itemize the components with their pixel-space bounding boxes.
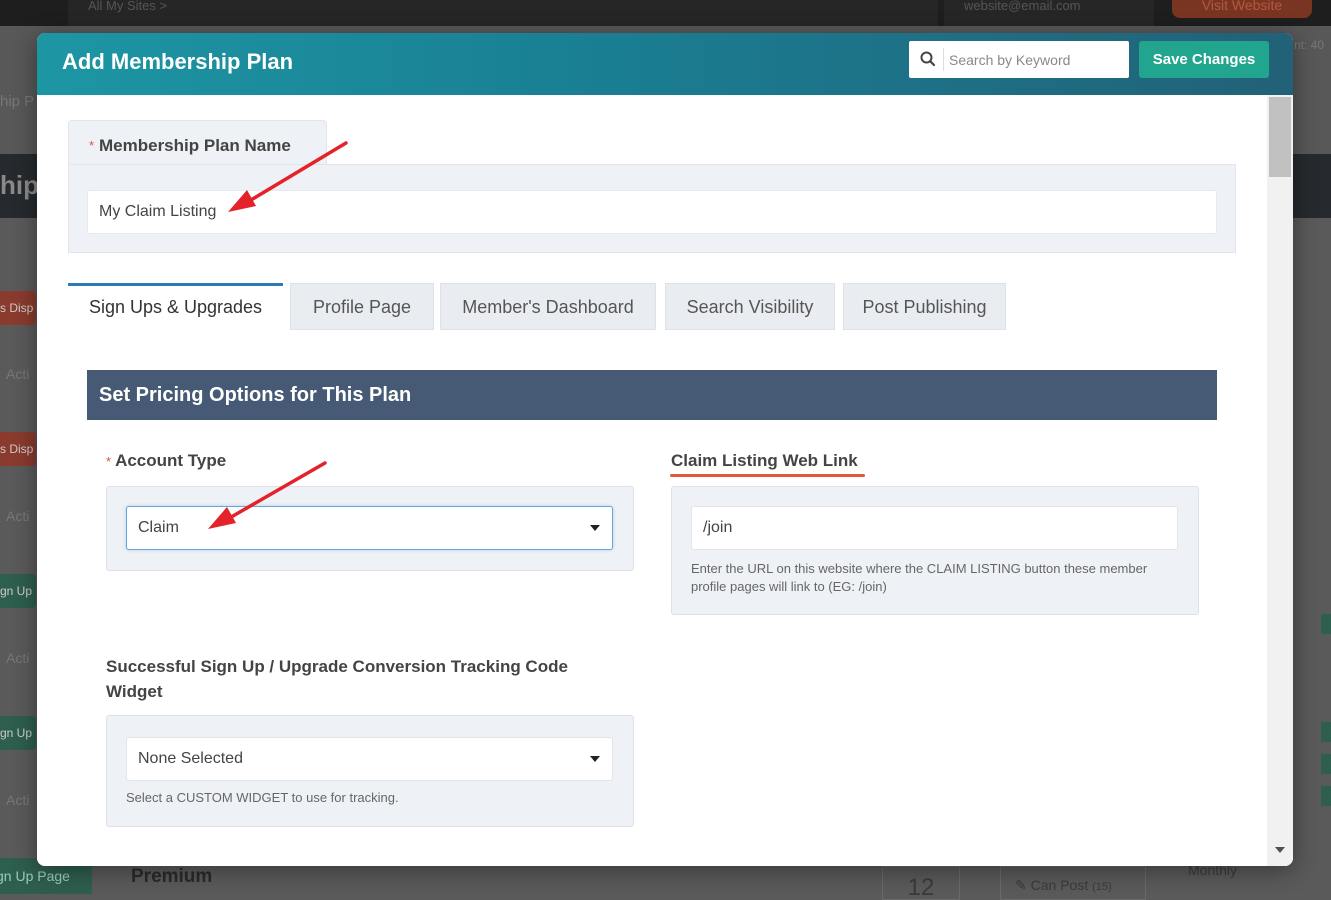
search-separator <box>943 48 944 71</box>
tab-search-visibility[interactable]: Search Visibility <box>665 283 835 330</box>
tracking-widget-box: None Selected Select a CUSTOM WIDGET to … <box>106 715 634 827</box>
search-icon <box>920 51 936 67</box>
visit-website-button: Visit Website <box>1172 0 1312 18</box>
section-title-bar: Set Pricing Options for This Plan <box>87 370 1217 420</box>
modal-body: * Membership Plan Name Sign Ups & Upgrad… <box>37 95 1293 866</box>
chevron-down-icon <box>590 525 600 531</box>
add-membership-plan-modal: Add Membership Plan Save Changes * Membe… <box>37 33 1293 866</box>
claim-link-box: Enter the URL on this website where the … <box>671 486 1199 615</box>
modal-header: Add Membership Plan Save Changes <box>37 33 1293 95</box>
account-email: website@email.com <box>944 0 1154 26</box>
modal-title: Add Membership Plan <box>62 49 294 74</box>
account-type-select[interactable]: Claim <box>126 506 613 550</box>
chevron-down-icon <box>590 756 600 762</box>
background-green-marker <box>1321 722 1331 742</box>
background-pill: s Disp <box>0 432 36 466</box>
background-pill: gn Up <box>0 574 36 608</box>
account-type-label: * Account Type <box>106 451 227 470</box>
account-type-box: Claim <box>106 486 634 571</box>
background-green-marker <box>1321 786 1331 806</box>
plan-name-label: Membership Plan Name <box>99 136 291 155</box>
scrollbar-thumb[interactable] <box>1269 97 1291 177</box>
required-star: * <box>89 138 95 153</box>
tab-members-dashboard[interactable]: Member's Dashboard <box>440 283 656 330</box>
background-can-post: ✎ Can Post (15) <box>1000 866 1146 900</box>
modal-scrollbar[interactable] <box>1267 95 1293 866</box>
tracking-widget-select[interactable]: None Selected <box>126 737 613 781</box>
required-star: * <box>106 454 112 469</box>
tab-profile-page[interactable]: Profile Page <box>290 283 434 330</box>
tracking-widget-help: Select a CUSTOM WIDGET to use for tracki… <box>126 790 399 805</box>
keyword-search[interactable] <box>909 41 1129 78</box>
scroll-down-arrow-icon[interactable] <box>1275 847 1285 853</box>
background-pill: gn Up <box>0 716 36 750</box>
background-green-marker <box>1321 754 1331 774</box>
tracking-widget-label: Successful Sign Up / Upgrade Conversion … <box>106 657 568 701</box>
search-input[interactable] <box>949 41 1125 78</box>
background-top-bar: All My Sites > website@email.com Visit W… <box>0 0 1331 26</box>
background-action-label: Acti <box>6 366 30 382</box>
claim-link-help: Enter the URL on this website where the … <box>691 561 1148 594</box>
background-action-label: Acti <box>6 508 30 524</box>
highlight-underline <box>670 474 865 477</box>
plan-name-input[interactable] <box>87 190 1217 234</box>
background-action-label: Acti <box>6 792 30 808</box>
claim-link-label: Claim Listing Web Link <box>671 451 858 470</box>
tab-content-panel: Set Pricing Options for This Plan * Accou… <box>68 331 1236 866</box>
claim-link-input[interactable] <box>691 506 1178 550</box>
plan-name-box <box>68 164 1236 253</box>
tab-post-publishing[interactable]: Post Publishing <box>843 283 1006 330</box>
background-green-marker <box>1321 614 1331 634</box>
background-number: 12 <box>882 866 960 900</box>
all-sites-dropdown: All My Sites > <box>68 0 938 26</box>
plan-name-label-tab: * Membership Plan Name <box>68 120 327 166</box>
save-changes-button[interactable]: Save Changes <box>1139 41 1269 78</box>
tab-sign-ups-upgrades[interactable]: Sign Ups & Upgrades <box>68 283 283 332</box>
background-right-text: nt: 40 <box>1294 38 1325 52</box>
background-left-label: hip P <box>0 93 35 110</box>
background-pill: s Disp <box>0 291 36 325</box>
background-action-label: Acti <box>6 650 30 666</box>
background-premium-label: Premium <box>131 866 213 887</box>
